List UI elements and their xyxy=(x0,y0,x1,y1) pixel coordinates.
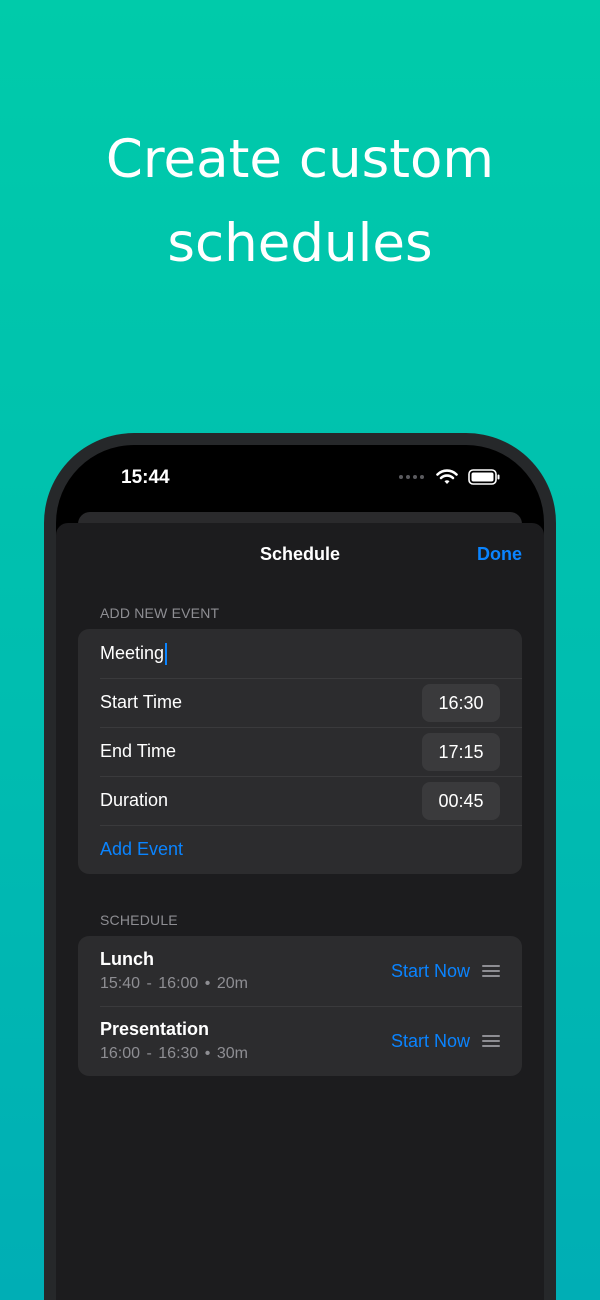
add-event-section-header: ADD NEW EVENT xyxy=(100,605,220,621)
duration-row: Duration 00:45 xyxy=(78,776,522,825)
schedule-item-title: Presentation xyxy=(100,1019,210,1039)
status-icons xyxy=(399,469,500,485)
status-time: 15:44 xyxy=(121,467,170,488)
schedule-item-times: 15:40 - 16:00 • 20m xyxy=(100,975,391,993)
wifi-icon xyxy=(436,469,458,485)
headline: Create custom schedules xyxy=(0,118,600,286)
end-time-picker[interactable]: 17:15 xyxy=(422,732,500,771)
headline-line-2: schedules xyxy=(167,213,433,274)
drag-handle-icon[interactable] xyxy=(482,965,500,977)
schedule-item-start: 15:40 xyxy=(100,975,141,992)
schedule-item-info: Lunch 15:40 - 16:00 • 20m xyxy=(100,949,391,993)
time-separator: - xyxy=(146,975,159,992)
schedule-item-times: 16:00 - 16:30 • 30m xyxy=(100,1045,391,1063)
done-button[interactable]: Done xyxy=(477,544,522,565)
list-item: Lunch 15:40 - 16:00 • 20m Start Now xyxy=(78,936,522,1006)
schedule-section-header: SCHEDULE xyxy=(100,912,178,928)
phone-screen: 15:44 Schedule Done ADD NEW EVENT Meetin… xyxy=(56,445,544,1300)
drag-handle-icon[interactable] xyxy=(482,1035,500,1047)
headline-line-1: Create custom xyxy=(105,129,495,190)
add-event-button[interactable]: Add Event xyxy=(100,839,183,860)
start-now-button[interactable]: Start Now xyxy=(391,1031,470,1052)
schedule-item-end: 16:30 xyxy=(158,1045,199,1062)
end-time-label: End Time xyxy=(100,741,177,761)
schedule-item-start: 16:00 xyxy=(100,1045,141,1062)
schedule-item-duration: 20m xyxy=(216,975,248,992)
dot-separator: • xyxy=(204,1045,217,1062)
schedule-sheet: Schedule Done ADD NEW EVENT Meeting Star… xyxy=(56,523,544,1300)
duration-label: Duration xyxy=(100,790,169,810)
event-name-value: Meeting xyxy=(100,643,165,663)
duration-picker[interactable]: 00:45 xyxy=(422,781,500,820)
start-now-button[interactable]: Start Now xyxy=(391,961,470,982)
schedule-item-duration: 30m xyxy=(216,1045,248,1062)
schedule-item-title: Lunch xyxy=(100,949,154,969)
schedule-item-info: Presentation 16:00 - 16:30 • 30m xyxy=(100,1019,391,1063)
end-time-row: End Time 17:15 xyxy=(78,727,522,776)
schedule-list: Lunch 15:40 - 16:00 • 20m Start Now Pres… xyxy=(78,936,522,1076)
list-item: Presentation 16:00 - 16:30 • 30m Start N… xyxy=(78,1006,522,1076)
start-time-picker[interactable]: 16:30 xyxy=(422,683,500,722)
dot-separator: • xyxy=(204,975,217,992)
event-name-field[interactable]: Meeting xyxy=(100,642,500,665)
start-time-row: Start Time 16:30 xyxy=(78,678,522,727)
add-event-group: Meeting Start Time 16:30 End Time 17:15 … xyxy=(78,629,522,874)
schedule-item-end: 16:00 xyxy=(158,975,199,992)
nav-title: Schedule xyxy=(259,544,341,564)
time-separator: - xyxy=(146,1045,159,1062)
start-time-label: Start Time xyxy=(100,692,183,712)
battery-icon xyxy=(468,469,500,485)
event-name-row[interactable]: Meeting xyxy=(78,629,522,678)
signal-dots-icon xyxy=(399,475,424,479)
text-cursor xyxy=(165,642,168,665)
add-event-row[interactable]: Add Event xyxy=(78,825,522,874)
